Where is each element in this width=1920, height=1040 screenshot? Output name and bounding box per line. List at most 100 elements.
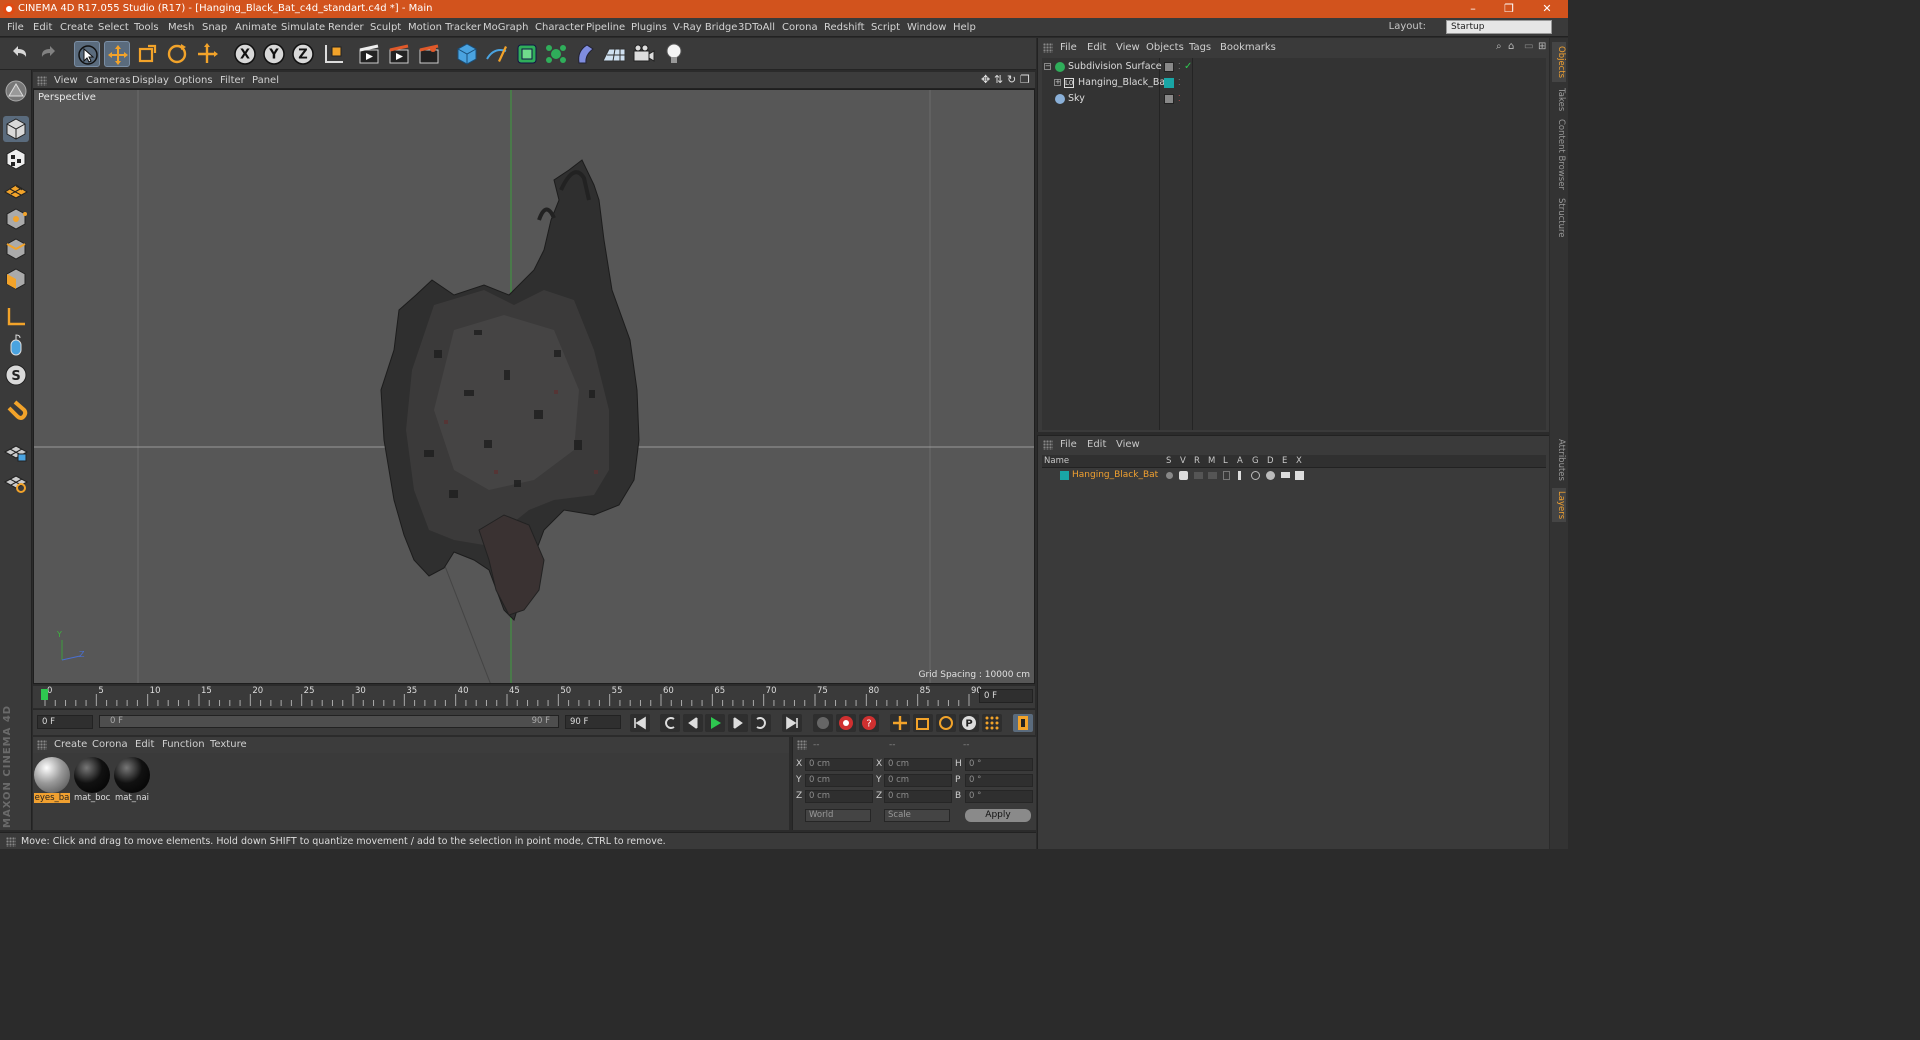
menu-file[interactable]: File bbox=[7, 18, 24, 37]
layer-menu-file[interactable]: File bbox=[1060, 437, 1077, 453]
x-axis-lock[interactable]: X bbox=[232, 41, 258, 67]
menu-sculpt[interactable]: Sculpt bbox=[370, 18, 401, 37]
menu-plugins[interactable]: Plugins bbox=[631, 18, 667, 37]
rotation-h-field[interactable]: 0 ° bbox=[965, 758, 1033, 771]
rotation-p-field[interactable]: 0 ° bbox=[965, 774, 1033, 787]
obj-menu-edit[interactable]: Edit bbox=[1087, 40, 1106, 56]
go-to-previous-frame-button[interactable] bbox=[683, 714, 703, 732]
go-to-next-frame-button[interactable] bbox=[728, 714, 748, 732]
expand-toggle-icon[interactable]: + bbox=[1054, 79, 1061, 86]
menu-create[interactable]: Create bbox=[60, 18, 93, 37]
rotation-b-field[interactable]: 0 ° bbox=[965, 790, 1033, 803]
lock-toggle-icon[interactable] bbox=[1223, 471, 1230, 480]
go-to-end-button[interactable] bbox=[782, 714, 802, 732]
add-spline-button[interactable] bbox=[484, 41, 510, 67]
menu-window[interactable]: Window bbox=[907, 18, 946, 37]
size-mode-select[interactable]: Scale bbox=[884, 809, 950, 822]
frame-range-slider[interactable]: 0 F 90 F bbox=[99, 715, 559, 728]
visibility-dots-icon[interactable]: ⁚ bbox=[1178, 75, 1181, 91]
start-frame-field[interactable]: 0 F bbox=[37, 715, 93, 729]
go-to-start-button[interactable] bbox=[630, 714, 650, 732]
collapse-toggle-icon[interactable]: − bbox=[1044, 63, 1051, 70]
position-x-field[interactable]: 0 cm bbox=[805, 758, 873, 771]
home-icon[interactable]: ⌂ bbox=[1508, 41, 1514, 52]
layer-color-swatch[interactable] bbox=[1060, 471, 1069, 480]
menu-pipeline[interactable]: Pipeline bbox=[586, 18, 625, 37]
vp-menu-view[interactable]: View bbox=[54, 72, 78, 89]
vp-nav-move-icon[interactable]: ✥ bbox=[981, 73, 990, 86]
add-environment-button[interactable] bbox=[601, 41, 627, 67]
workplane-mode-button[interactable] bbox=[3, 176, 29, 202]
mat-menu-function[interactable]: Function bbox=[162, 737, 205, 753]
obj-menu-bookmarks[interactable]: Bookmarks bbox=[1220, 40, 1276, 56]
coordinate-system-button[interactable] bbox=[321, 41, 347, 67]
render-settings-button[interactable] bbox=[416, 41, 442, 67]
menu-vray-bridge[interactable]: V-Ray Bridge bbox=[673, 18, 737, 37]
current-frame-marker[interactable] bbox=[41, 689, 48, 700]
visibility-dots-icon[interactable]: ⁚ bbox=[1178, 59, 1181, 75]
animation-toggle-icon[interactable] bbox=[1238, 471, 1241, 480]
menu-motion-tracker[interactable]: Motion Tracker bbox=[408, 18, 481, 37]
solo-toggle-icon[interactable] bbox=[1166, 472, 1173, 479]
vp-menu-cameras[interactable]: Cameras bbox=[86, 72, 130, 89]
material-swatch-nails[interactable]: mat_nai bbox=[114, 757, 150, 803]
tab-takes[interactable]: Takes bbox=[1552, 86, 1566, 114]
end-frame-field[interactable]: 90 F bbox=[565, 715, 621, 729]
key-pla-button[interactable] bbox=[982, 714, 1002, 732]
menu-redshift[interactable]: Redshift bbox=[824, 18, 865, 37]
polygons-mode-button[interactable] bbox=[3, 266, 29, 292]
menu-select[interactable]: Select bbox=[98, 18, 129, 37]
planar-workplane-button[interactable] bbox=[3, 468, 29, 494]
position-z-field[interactable]: 0 cm bbox=[805, 790, 873, 803]
rotate-tool[interactable] bbox=[164, 41, 190, 67]
snapping-button[interactable]: S bbox=[3, 362, 29, 388]
tab-attributes[interactable]: Attributes bbox=[1552, 436, 1566, 484]
menu-snap[interactable]: Snap bbox=[202, 18, 227, 37]
menu-tools[interactable]: Tools bbox=[134, 18, 159, 37]
key-parameter-button[interactable]: P bbox=[959, 714, 979, 732]
object-row-subdivision[interactable]: − Subdivision Surface ⁚ ✓ bbox=[1042, 59, 1546, 75]
current-frame-field[interactable]: 0 F bbox=[979, 689, 1033, 703]
model-mode-button[interactable] bbox=[3, 116, 29, 142]
obj-menu-objects[interactable]: Objects bbox=[1146, 40, 1184, 56]
texture-mode-button[interactable] bbox=[3, 146, 29, 172]
vp-menu-panel[interactable]: Panel bbox=[252, 72, 279, 89]
enable-axis-button[interactable] bbox=[3, 304, 29, 330]
add-cube-button[interactable] bbox=[454, 41, 480, 67]
object-row-sky[interactable]: Sky ⁚ bbox=[1042, 91, 1546, 107]
generator-toggle-icon[interactable] bbox=[1251, 471, 1260, 480]
coordinate-mode-select[interactable]: World bbox=[805, 809, 871, 822]
bat-model[interactable] bbox=[380, 159, 640, 621]
menu-render[interactable]: Render bbox=[328, 18, 364, 37]
tweak-mode-button[interactable] bbox=[3, 332, 29, 358]
menu-character[interactable]: Character bbox=[535, 18, 584, 37]
manager-toggle-icon[interactable] bbox=[1208, 472, 1217, 479]
mat-menu-texture[interactable]: Texture bbox=[210, 737, 247, 753]
perspective-viewport[interactable]: Perspective Y Z Grid Spacing : 10000 cm bbox=[33, 89, 1035, 684]
vp-maximize-icon[interactable]: ❐ bbox=[1020, 73, 1030, 86]
tab-objects[interactable]: Objects bbox=[1552, 42, 1566, 82]
obj-menu-view[interactable]: View bbox=[1116, 40, 1140, 56]
eye-toggle-icon[interactable] bbox=[1179, 471, 1188, 480]
key-position-button[interactable] bbox=[890, 714, 910, 732]
transform-tool[interactable] bbox=[194, 41, 220, 67]
size-z-field[interactable]: 0 cm bbox=[884, 790, 952, 803]
mat-menu-edit[interactable]: Edit bbox=[135, 737, 154, 753]
menu-animate[interactable]: Animate bbox=[235, 18, 277, 37]
close-button[interactable]: ✕ bbox=[1530, 0, 1564, 18]
z-axis-lock[interactable]: Z bbox=[290, 41, 316, 67]
add-mograph-button[interactable] bbox=[543, 41, 569, 67]
layer-color-swatch[interactable] bbox=[1164, 78, 1174, 88]
magnet-tool-button[interactable] bbox=[3, 400, 29, 426]
menu-3dtoall[interactable]: 3DToAll bbox=[738, 18, 775, 37]
panel-expand-icon[interactable]: ⊞ bbox=[1538, 41, 1546, 52]
layer-menu-view[interactable]: View bbox=[1116, 437, 1140, 453]
tab-content-browser[interactable]: Content Browser bbox=[1552, 118, 1566, 190]
mat-menu-create[interactable]: Create bbox=[54, 737, 87, 753]
menu-edit[interactable]: Edit bbox=[33, 18, 52, 37]
search-icon[interactable]: ⌕ bbox=[1496, 41, 1502, 52]
tab-layers[interactable]: Layers bbox=[1552, 488, 1566, 522]
minimize-button[interactable]: – bbox=[1456, 0, 1490, 18]
maximize-button[interactable]: ❐ bbox=[1492, 0, 1526, 18]
live-selection-tool[interactable] bbox=[74, 41, 100, 67]
